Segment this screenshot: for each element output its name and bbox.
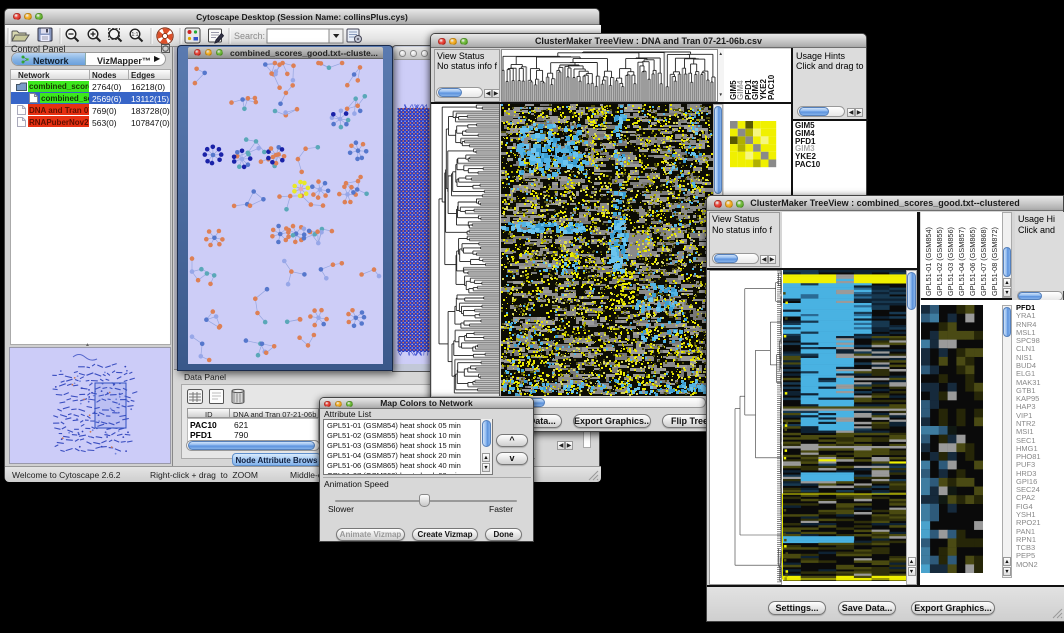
svg-text:Search:: Search: xyxy=(234,31,265,41)
svg-text:1:1: 1:1 xyxy=(132,32,139,38)
